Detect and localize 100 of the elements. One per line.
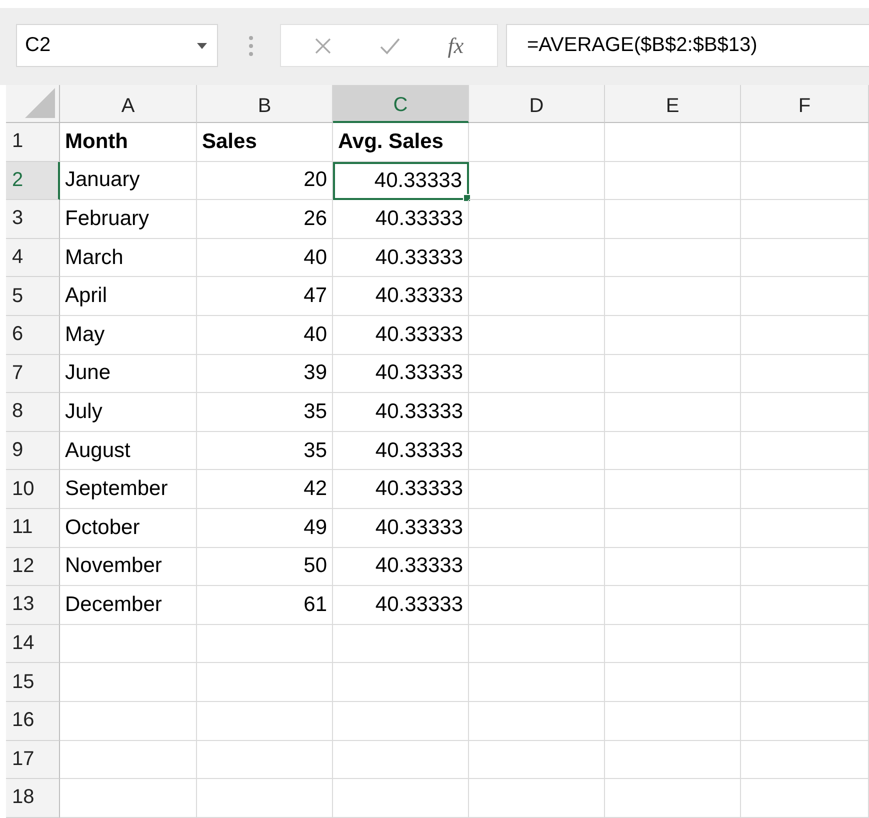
empty-cell[interactable] — [605, 432, 741, 470]
empty-cell[interactable] — [469, 238, 605, 278]
column-header[interactable]: C — [333, 85, 469, 123]
row-header[interactable]: 16 — [6, 702, 60, 740]
table-cell[interactable]: 47 — [197, 277, 333, 316]
row-header[interactable]: 8 — [6, 393, 60, 432]
empty-cell[interactable] — [605, 663, 741, 702]
table-cell[interactable]: 40.33333 — [333, 238, 469, 278]
empty-cell[interactable] — [605, 548, 741, 586]
row-header[interactable]: 15 — [6, 663, 60, 702]
empty-cell[interactable] — [469, 470, 605, 509]
select-all-icon[interactable] — [25, 88, 55, 118]
table-cell[interactable]: April — [60, 277, 197, 316]
row-header[interactable]: 18 — [6, 779, 60, 818]
empty-cell[interactable] — [469, 316, 605, 355]
empty-cell[interactable] — [741, 432, 869, 470]
empty-cell[interactable] — [741, 702, 869, 740]
empty-cell[interactable] — [469, 123, 605, 162]
table-cell[interactable]: 40.33333 — [333, 548, 469, 586]
table-cell[interactable]: Month — [60, 123, 197, 162]
empty-cell[interactable] — [469, 162, 605, 200]
table-cell[interactable]: 40 — [197, 316, 333, 355]
empty-cell[interactable] — [605, 393, 741, 432]
table-cell[interactable]: 40.33333 — [333, 393, 469, 432]
empty-cell[interactable] — [741, 238, 869, 278]
empty-cell[interactable] — [333, 779, 469, 818]
table-cell[interactable]: 40.33333 — [333, 432, 469, 470]
empty-cell[interactable] — [469, 740, 605, 780]
table-cell[interactable]: 20 — [197, 162, 333, 200]
table-cell[interactable]: 42 — [197, 470, 333, 509]
row-header[interactable]: 5 — [6, 277, 60, 316]
empty-cell[interactable] — [741, 162, 869, 200]
table-cell[interactable]: August — [60, 432, 197, 470]
empty-cell[interactable] — [741, 393, 869, 432]
row-header[interactable]: 11 — [6, 508, 60, 548]
table-cell[interactable]: 40.33333 — [333, 470, 469, 509]
table-cell[interactable]: 50 — [197, 548, 333, 586]
empty-cell[interactable] — [333, 740, 469, 780]
row-header[interactable]: 6 — [6, 316, 60, 355]
table-cell[interactable]: July — [60, 393, 197, 432]
table-cell[interactable]: 35 — [197, 432, 333, 470]
column-header[interactable]: E — [605, 85, 741, 123]
table-cell[interactable]: October — [60, 508, 197, 548]
row-header[interactable]: 9 — [6, 432, 60, 470]
empty-cell[interactable] — [741, 548, 869, 586]
empty-cell[interactable] — [469, 663, 605, 702]
empty-cell[interactable] — [197, 663, 333, 702]
table-cell[interactable]: 40.33333 — [333, 508, 469, 548]
empty-cell[interactable] — [741, 586, 869, 625]
empty-cell[interactable] — [469, 393, 605, 432]
close-icon[interactable] — [314, 36, 332, 54]
table-cell[interactable]: 49 — [197, 508, 333, 548]
empty-cell[interactable] — [605, 162, 741, 200]
table-cell[interactable]: December — [60, 586, 197, 625]
name-box[interactable]: C2 — [16, 24, 218, 67]
row-header[interactable]: 7 — [6, 354, 60, 394]
table-cell[interactable]: 40.33333 — [333, 354, 469, 394]
empty-cell[interactable] — [741, 663, 869, 702]
table-cell[interactable]: 39 — [197, 354, 333, 394]
empty-cell[interactable] — [197, 779, 333, 818]
row-header[interactable]: 3 — [6, 200, 60, 239]
table-cell[interactable]: May — [60, 316, 197, 355]
empty-cell[interactable] — [197, 740, 333, 780]
table-cell[interactable]: Avg. Sales — [333, 123, 469, 162]
empty-cell[interactable] — [605, 200, 741, 239]
insert-function-button[interactable]: fx — [448, 32, 464, 58]
row-header[interactable]: 2 — [6, 162, 60, 200]
empty-cell[interactable] — [333, 702, 469, 740]
empty-cell[interactable] — [741, 200, 869, 239]
table-cell[interactable]: 40.33333 — [333, 277, 469, 316]
empty-cell[interactable] — [605, 586, 741, 625]
empty-cell[interactable] — [333, 663, 469, 702]
empty-cell[interactable] — [605, 702, 741, 740]
empty-cell[interactable] — [469, 702, 605, 740]
table-cell[interactable]: 40.33333 — [333, 162, 469, 200]
table-cell[interactable]: 26 — [197, 200, 333, 239]
empty-cell[interactable] — [741, 470, 869, 509]
empty-cell[interactable] — [741, 316, 869, 355]
empty-cell[interactable] — [469, 277, 605, 316]
check-icon[interactable] — [379, 36, 402, 54]
empty-cell[interactable] — [605, 624, 741, 664]
table-cell[interactable]: 40.33333 — [333, 316, 469, 355]
empty-cell[interactable] — [469, 200, 605, 239]
empty-cell[interactable] — [741, 779, 869, 818]
table-cell[interactable]: 40.33333 — [333, 200, 469, 239]
empty-cell[interactable] — [605, 508, 741, 548]
empty-cell[interactable] — [741, 508, 869, 548]
empty-cell[interactable] — [605, 470, 741, 509]
table-cell[interactable]: June — [60, 354, 197, 394]
empty-cell[interactable] — [469, 354, 605, 394]
empty-cell[interactable] — [605, 123, 741, 162]
table-cell[interactable]: 40.33333 — [333, 586, 469, 625]
empty-cell[interactable] — [605, 238, 741, 278]
row-header[interactable]: 4 — [6, 238, 60, 278]
empty-cell[interactable] — [469, 624, 605, 664]
table-cell[interactable]: Sales — [197, 123, 333, 162]
empty-cell[interactable] — [469, 779, 605, 818]
row-header[interactable]: 12 — [6, 548, 60, 586]
table-cell[interactable]: September — [60, 470, 197, 509]
empty-cell[interactable] — [469, 548, 605, 586]
